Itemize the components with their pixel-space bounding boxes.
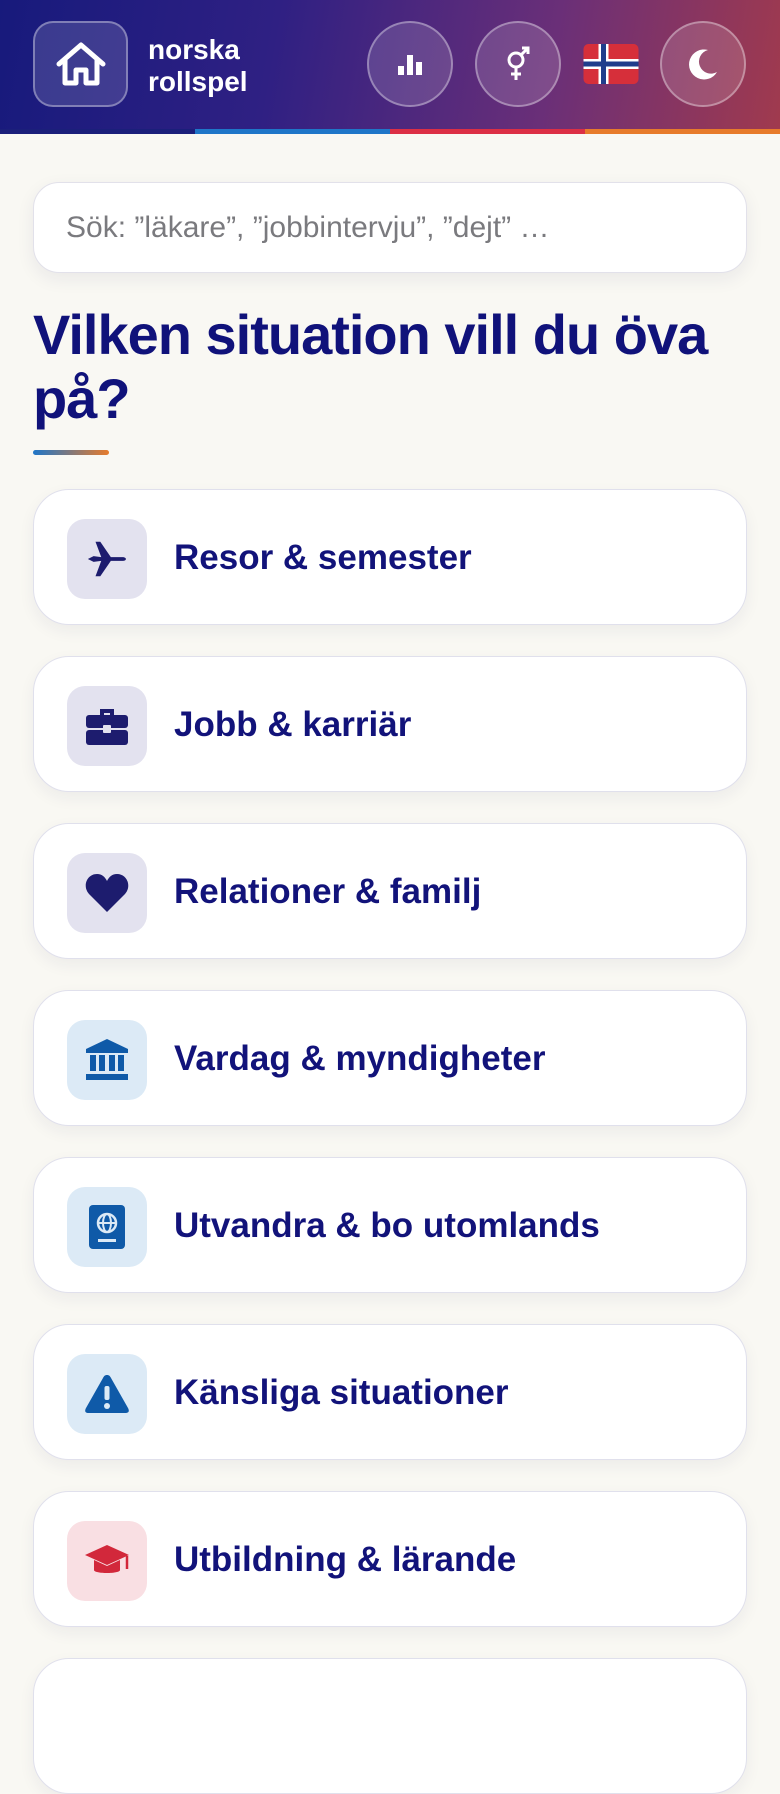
passport-icon <box>89 1205 125 1249</box>
category-icon-box <box>67 686 147 766</box>
category-label: Relationer & familj <box>174 872 482 911</box>
category-icon-box <box>67 519 147 599</box>
category-label: Känsliga situationer <box>174 1373 509 1412</box>
category-icon-box <box>67 1521 147 1601</box>
category-card-emigration[interactable]: Utvandra & bo utomlands <box>33 1157 747 1293</box>
page-title: Vilken situation vill du öva på? <box>33 303 708 430</box>
category-card-partial[interactable] <box>33 1658 747 1794</box>
category-label: Utvandra & bo utomlands <box>174 1206 600 1245</box>
title-underline <box>33 450 109 455</box>
heart-icon <box>85 874 129 912</box>
gender-icon <box>507 46 530 80</box>
warning-icon <box>85 1375 129 1413</box>
airplane-icon <box>87 541 126 577</box>
graduation-cap-icon <box>85 1545 129 1573</box>
category-icon-box <box>67 853 147 933</box>
brand-name[interactable]: norska rollspel <box>148 34 248 98</box>
category-label: Resor & semester <box>174 538 472 577</box>
language-flag-button[interactable] <box>582 42 640 86</box>
category-card-everyday[interactable]: Vardag & myndigheter <box>33 990 747 1126</box>
stripe-segment <box>0 129 195 134</box>
category-icon-box <box>67 1020 147 1100</box>
category-label: Utbildning & lärande <box>174 1540 517 1579</box>
category-icon-box <box>67 1354 147 1434</box>
brand-line-2: rollspel <box>148 66 248 97</box>
category-card-education[interactable]: Utbildning & lärande <box>33 1491 747 1627</box>
home-button[interactable] <box>33 21 128 107</box>
theme-toggle-button[interactable] <box>660 21 746 107</box>
search-input[interactable] <box>33 182 747 273</box>
brand-line-1: norska <box>148 34 240 65</box>
stats-button[interactable] <box>367 21 453 107</box>
category-card-relationships[interactable]: Relationer & familj <box>33 823 747 959</box>
category-label: Jobb & karriär <box>174 705 412 744</box>
stripe-segment <box>390 129 585 134</box>
category-icon-box <box>67 1187 147 1267</box>
norway-flag-icon <box>583 44 639 84</box>
moon-icon <box>689 49 717 80</box>
app-header: norska rollspel <box>0 0 780 129</box>
category-card-sensitive[interactable]: Känsliga situationer <box>33 1324 747 1460</box>
bar-chart-icon <box>398 55 422 75</box>
stripe-segment <box>195 129 390 134</box>
category-label: Vardag & myndigheter <box>174 1039 546 1078</box>
stripe-segment <box>585 129 780 134</box>
building-icon <box>86 1039 128 1080</box>
category-card-travel[interactable]: Resor & semester <box>33 489 747 625</box>
header-stripe <box>0 129 780 134</box>
home-icon <box>56 42 105 86</box>
briefcase-icon <box>86 709 128 745</box>
category-card-jobs[interactable]: Jobb & karriär <box>33 656 747 792</box>
gender-button[interactable] <box>475 21 561 107</box>
